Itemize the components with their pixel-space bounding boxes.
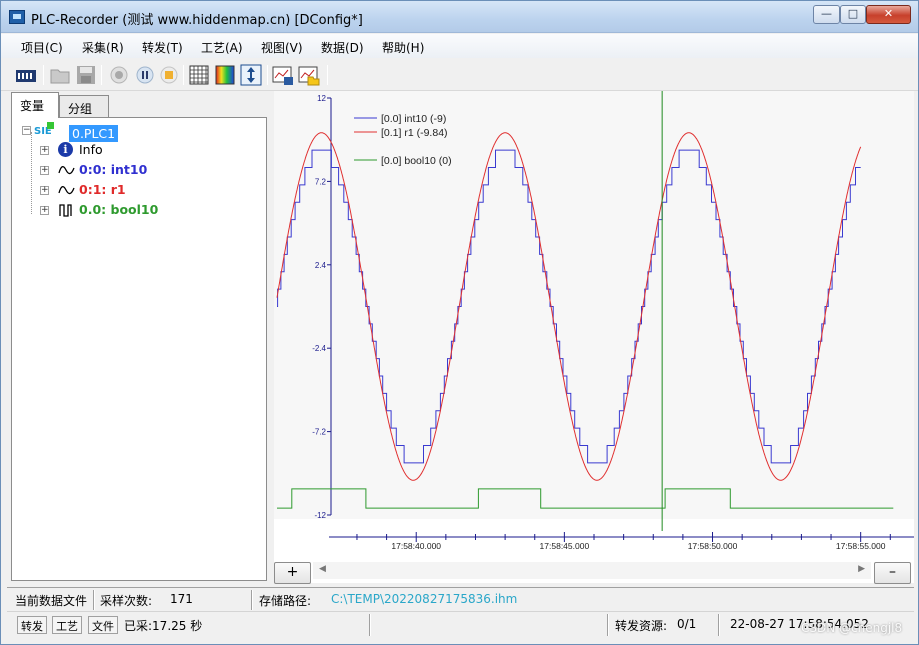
x-tick-label: 17:58:40.000 bbox=[391, 541, 441, 551]
legend-entry: [0.1] r1 (-9.84) bbox=[381, 127, 448, 139]
tab-variables[interactable]: 变量 bbox=[11, 92, 59, 118]
status-separator bbox=[251, 590, 253, 610]
status-led-icon bbox=[47, 122, 54, 129]
status-separator bbox=[93, 590, 95, 610]
legend-entry: [0.0] int10 (-9) bbox=[381, 113, 446, 125]
y-tick-label: 7.2 bbox=[315, 177, 327, 186]
scroll-right-icon[interactable]: ▶ bbox=[858, 564, 865, 574]
current-file-label: 当前数据文件 bbox=[15, 594, 88, 608]
status-separator bbox=[607, 614, 609, 636]
tree-root-plc1[interactable]: − SIE 0.PLC1 bbox=[20, 122, 260, 142]
menu-view[interactable]: 视图(V) bbox=[261, 39, 303, 56]
horizontal-scrollbar[interactable]: ◀ ▶ bbox=[313, 562, 871, 579]
toolbar-separator bbox=[43, 65, 44, 85]
tree-item-label: Info bbox=[79, 142, 103, 157]
variable-tree: − SIE 0.PLC1 + i Info + 0:0: int10 + 0:1… bbox=[11, 117, 267, 581]
open-folder-icon[interactable] bbox=[49, 64, 71, 86]
color-palette-icon[interactable] bbox=[214, 64, 236, 86]
status-separator bbox=[718, 614, 720, 636]
tree-item-label: 0.0: bool10 bbox=[79, 202, 159, 217]
maximize-button[interactable]: □ bbox=[840, 5, 866, 24]
menu-help[interactable]: 帮助(H) bbox=[382, 39, 424, 56]
plc-name-label: 0.PLC1 bbox=[69, 125, 119, 142]
plc-device-icon[interactable] bbox=[15, 64, 37, 86]
tree-item-info[interactable]: + i Info bbox=[40, 142, 240, 160]
expand-icon[interactable]: + bbox=[40, 166, 49, 175]
collapse-icon[interactable]: − bbox=[22, 126, 31, 135]
trend-chart[interactable]: 12 7.2 2.4 -2.4 -7.2 -12 17:58:40.000 17:58:45… bbox=[274, 91, 914, 561]
storage-path-link[interactable]: C:\TEMP\20220827175836.ihm bbox=[331, 592, 517, 606]
expand-icon[interactable]: + bbox=[40, 206, 49, 215]
tree-item-bool10[interactable]: + 0.0: bool10 bbox=[40, 202, 240, 220]
file-status-button[interactable]: 文件 bbox=[88, 616, 118, 634]
app-icon bbox=[9, 10, 25, 24]
toolbar-separator bbox=[267, 65, 268, 85]
minimize-button[interactable]: — bbox=[813, 5, 840, 24]
menu-acquire[interactable]: 采集(R) bbox=[82, 39, 124, 56]
digital-pulse-icon bbox=[59, 204, 72, 217]
pause-icon[interactable] bbox=[134, 64, 156, 86]
variable-panel: 变量 分组 − SIE 0.PLC1 + i Info + 0:0: int10 bbox=[7, 91, 269, 583]
tab-groups[interactable]: 分组 bbox=[59, 95, 109, 117]
record-icon[interactable] bbox=[108, 64, 130, 86]
y-tick-label: -12 bbox=[314, 511, 326, 520]
sample-count-label: 采样次数: bbox=[100, 594, 153, 608]
grid-icon[interactable] bbox=[188, 64, 210, 86]
status-bar-runtime: 转发 工艺 文件 已采:17.25 秒 转发资源: 0/1 22-08-27 1… bbox=[7, 611, 914, 637]
chart-panel[interactable]: 12 7.2 2.4 -2.4 -7.2 -12 17:58:40.000 17:58:45… bbox=[274, 91, 914, 583]
watermark-text: CSDN @chengjl8 bbox=[801, 621, 903, 635]
info-icon: i bbox=[58, 142, 73, 157]
toolbar bbox=[1, 59, 918, 91]
save-disk-icon[interactable] bbox=[75, 64, 97, 86]
y-tick-label: -2.4 bbox=[312, 344, 326, 353]
tree-item-label: 0:1: r1 bbox=[79, 182, 126, 197]
tree-item-r1[interactable]: + 0:1: r1 bbox=[40, 182, 240, 200]
close-button[interactable]: ✕ bbox=[866, 5, 911, 24]
zoom-out-button[interactable]: – bbox=[874, 562, 911, 584]
x-tick-label: 17:58:45.000 bbox=[540, 541, 590, 551]
x-tick-label: 17:58:55.000 bbox=[836, 541, 886, 551]
process-status-button[interactable]: 工艺 bbox=[52, 616, 82, 634]
sample-count-value: 171 bbox=[170, 592, 193, 606]
vertical-resize-icon[interactable] bbox=[240, 64, 262, 86]
storage-path-label: 存储路径: bbox=[259, 594, 312, 608]
expand-icon[interactable]: + bbox=[40, 146, 49, 155]
forward-resource-value: 0/1 bbox=[677, 617, 697, 631]
y-tick-label: 2.4 bbox=[315, 261, 327, 270]
export-chart-icon[interactable] bbox=[272, 64, 294, 86]
analog-wave-icon bbox=[58, 186, 75, 195]
toolbar-separator bbox=[183, 65, 184, 85]
y-tick-label: 12 bbox=[317, 94, 326, 103]
status-separator bbox=[369, 614, 371, 636]
analog-wave-icon bbox=[58, 166, 75, 175]
zoom-in-button[interactable]: + bbox=[274, 562, 311, 584]
forward-resource-label: 转发资源: bbox=[615, 619, 668, 633]
y-tick-label: -7.2 bbox=[312, 428, 326, 437]
collected-duration: 已采:17.25 秒 bbox=[124, 619, 203, 633]
open-chart-icon[interactable] bbox=[298, 64, 320, 86]
legend-entry: [0.0] bool10 (0) bbox=[381, 155, 452, 167]
menu-forward[interactable]: 转发(T) bbox=[142, 39, 183, 56]
app-window: PLC-Recorder (测试 www.hiddenmap.cn) [DCon… bbox=[0, 0, 919, 645]
window-title: PLC-Recorder (测试 www.hiddenmap.cn) [DCon… bbox=[31, 13, 363, 28]
tree-guide-line bbox=[31, 132, 32, 214]
menu-project[interactable]: 项目(C) bbox=[21, 39, 63, 56]
x-tick-label: 17:58:50.000 bbox=[688, 541, 738, 551]
tree-item-label: 0:0: int10 bbox=[79, 162, 148, 177]
expand-icon[interactable]: + bbox=[40, 186, 49, 195]
stop-icon[interactable] bbox=[158, 64, 180, 86]
scroll-left-icon[interactable]: ◀ bbox=[319, 564, 326, 574]
menu-data[interactable]: 数据(D) bbox=[321, 39, 364, 56]
status-bar-file: 当前数据文件 采样次数: 171 存储路径: C:\TEMP\202208271… bbox=[7, 587, 914, 611]
toolbar-separator bbox=[101, 65, 102, 85]
toolbar-separator bbox=[327, 65, 328, 85]
tree-item-int10[interactable]: + 0:0: int10 bbox=[40, 162, 240, 180]
forward-status-button[interactable]: 转发 bbox=[17, 616, 47, 634]
title-bar: PLC-Recorder (测试 www.hiddenmap.cn) [DCon… bbox=[1, 1, 918, 33]
menu-process[interactable]: 工艺(A) bbox=[201, 39, 243, 56]
plot-background bbox=[274, 91, 914, 519]
menu-bar: 项目(C) 采集(R) 转发(T) 工艺(A) 视图(V) 数据(D) 帮助(H… bbox=[1, 34, 918, 58]
